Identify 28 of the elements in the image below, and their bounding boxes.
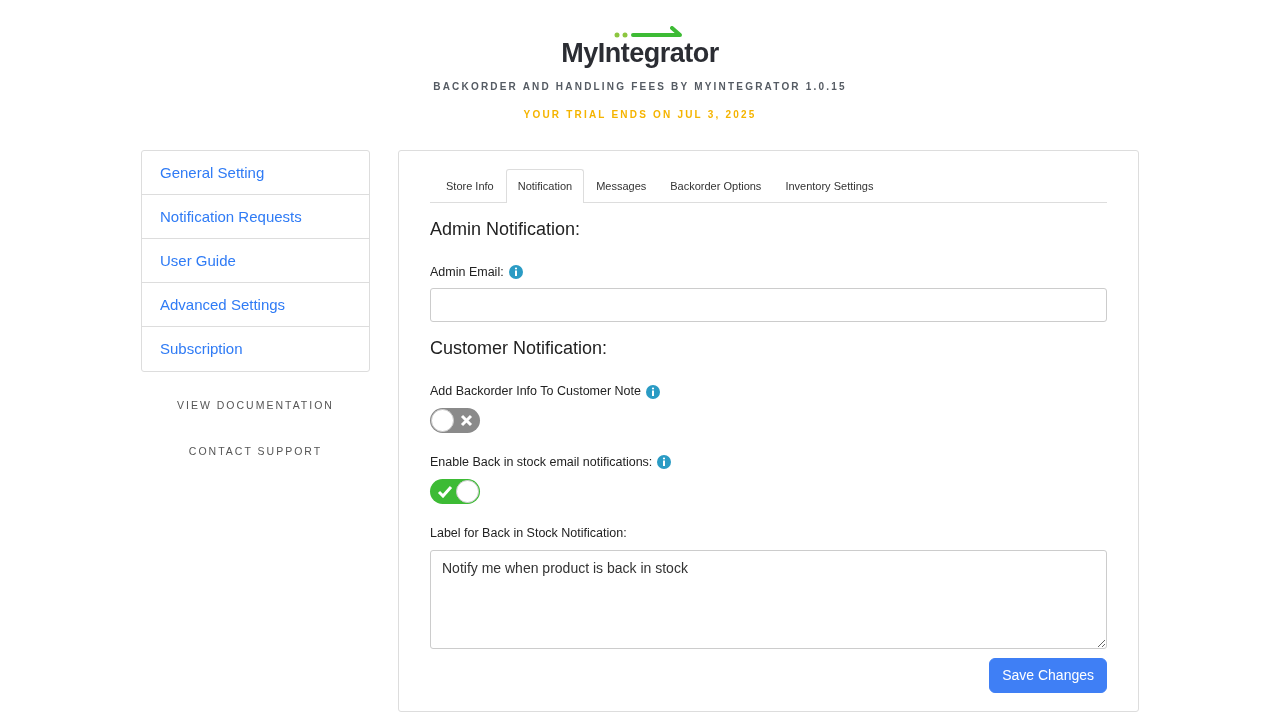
tab[interactable]: Notification [505, 169, 585, 203]
sidebar-link[interactable]: VIEW DOCUMENTATION [141, 398, 370, 414]
sidebar-item[interactable]: Notification Requests [142, 195, 369, 239]
field-label: Admin Email: [430, 263, 504, 281]
email-input[interactable] [430, 288, 1107, 323]
save-button[interactable]: Save Changes [989, 658, 1107, 693]
logo-text: MyIntegrator [561, 40, 719, 67]
sidebar-item[interactable]: General Setting [142, 151, 369, 195]
section-heading: Customer Notification: [430, 337, 609, 361]
tab[interactable]: Backorder Options [658, 169, 774, 203]
tab[interactable]: Store Info [434, 169, 506, 203]
field-label: Enable Back in stock email notifications: [430, 454, 653, 471]
section-heading: Admin Notification: [430, 217, 582, 241]
text-area[interactable]: Notify me when product is back in stock [430, 549, 1107, 649]
toggle-switch[interactable] [430, 408, 480, 433]
sidebar-link[interactable]: CONTACT SUPPORT [141, 443, 370, 460]
check-icon [437, 484, 453, 498]
sidebar-item[interactable]: User Guide [142, 239, 369, 283]
sidebar-item[interactable]: Subscription [142, 327, 369, 371]
trial-notice: YOUR TRIAL ENDS ON JUL 3, 2025 [522, 108, 758, 122]
toggle-switch[interactable] [430, 478, 480, 504]
tab[interactable]: Messages [584, 169, 659, 203]
tab[interactable]: Inventory Settings [773, 169, 886, 203]
field-label: Add Backorder Info To Customer Note [430, 383, 641, 401]
close-icon [460, 414, 473, 427]
sidebar-item[interactable]: Advanced Settings [142, 283, 369, 327]
app-subtitle: BACKORDER AND HANDLING FEES BY MYINTEGRATOR 1.0.15 [432, 80, 848, 94]
field-label: Label for Back in Stock Notification: [430, 524, 627, 542]
